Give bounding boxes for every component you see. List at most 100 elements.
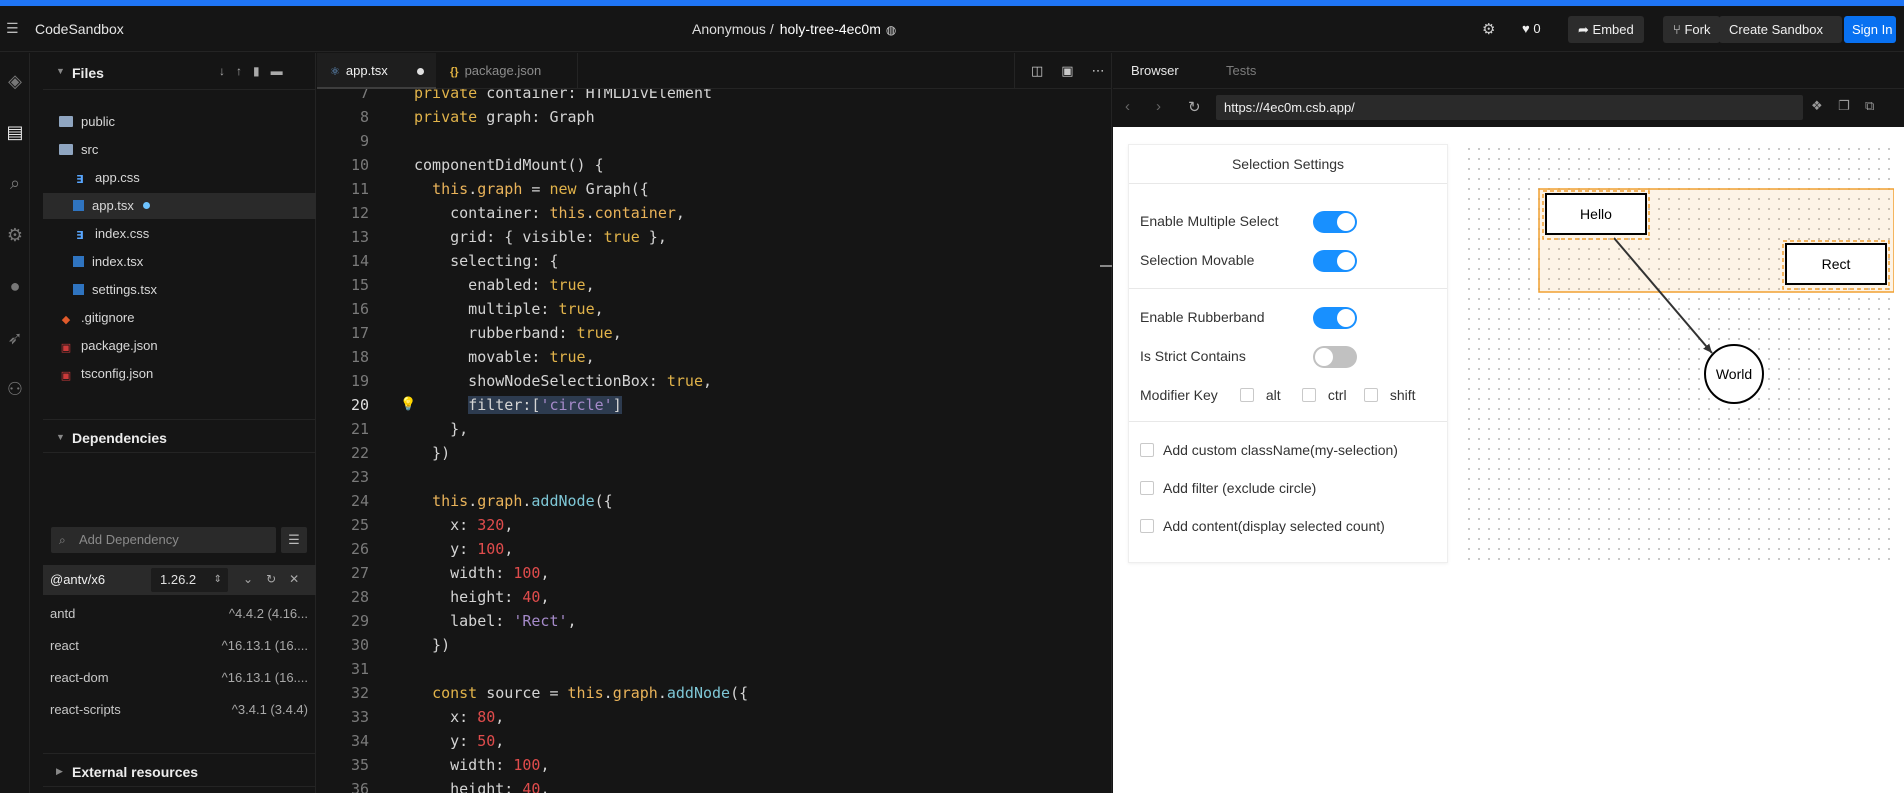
code-line[interactable]: 35 width: 100, bbox=[317, 753, 1112, 777]
code-line[interactable]: 24 this.graph.addNode({ bbox=[317, 489, 1112, 513]
forward-icon[interactable]: › bbox=[1156, 98, 1161, 115]
tab-tests[interactable]: Tests bbox=[1226, 53, 1256, 89]
owner-name[interactable]: Anonymous / bbox=[692, 21, 774, 37]
code-line[interactable]: 10 componentDidMount() { bbox=[317, 153, 1112, 177]
dependency-main[interactable]: @antv/x6 1.26.2 ⇕ ⌄↻✕ bbox=[43, 565, 316, 595]
code-line[interactable]: 18 movable: true, bbox=[317, 345, 1112, 369]
code-line[interactable]: 33 x: 80, bbox=[317, 705, 1112, 729]
new-folder-icon[interactable]: ▬ bbox=[271, 64, 294, 78]
code-line[interactable]: 8 private graph: Graph bbox=[317, 105, 1112, 129]
code-line[interactable]: 34 y: 50, bbox=[317, 729, 1112, 753]
code-line[interactable]: 27 width: 100, bbox=[317, 561, 1112, 585]
version-select[interactable]: 1.26.2 ⇕ bbox=[151, 568, 228, 592]
files-icon[interactable]: ▤ bbox=[4, 121, 26, 143]
cube-icon[interactable]: ◈ bbox=[4, 70, 26, 92]
code-line[interactable]: 30 }) bbox=[317, 633, 1112, 657]
code-line[interactable]: 28 height: 40, bbox=[317, 585, 1112, 609]
code-line[interactable]: 16 multiple: true, bbox=[317, 297, 1112, 321]
content-checkbox[interactable] bbox=[1140, 519, 1154, 533]
code-line[interactable]: 15 enabled: true, bbox=[317, 273, 1112, 297]
tree-item[interactable]: ▣ tsconfig.json bbox=[43, 361, 316, 387]
code-line[interactable]: 21 }, bbox=[317, 417, 1112, 441]
movable-switch[interactable] bbox=[1313, 250, 1357, 272]
strict-contains-switch[interactable] bbox=[1313, 346, 1357, 368]
new-file-icon[interactable]: ▮ bbox=[253, 64, 271, 78]
code-line[interactable]: 14 selecting: { bbox=[317, 249, 1112, 273]
search-icon[interactable]: ⌕ bbox=[4, 172, 26, 194]
new-window-icon[interactable]: ⧉ bbox=[1865, 98, 1874, 114]
modifier-alt[interactable]: alt bbox=[1240, 382, 1281, 408]
filter-checkbox[interactable] bbox=[1140, 481, 1154, 495]
github-icon[interactable]: ● bbox=[4, 275, 26, 297]
code-line[interactable]: 7 private container: HTMLDivElement bbox=[317, 89, 1112, 105]
code-line[interactable]: 19 showNodeSelectionBox: true, bbox=[317, 369, 1112, 393]
preview-window-icon[interactable]: ▣ bbox=[1061, 63, 1091, 78]
dependency-row[interactable]: react-dom ^16.13.1 (16.... bbox=[43, 665, 316, 691]
tree-item-active[interactable]: app.tsx bbox=[43, 193, 316, 219]
collapse-icon[interactable]: ▼ bbox=[56, 66, 65, 76]
fork-button[interactable]: ⑂ Fork bbox=[1663, 16, 1721, 43]
files-title[interactable]: Files bbox=[72, 65, 104, 81]
external-resources-header[interactable]: ▶ External resources bbox=[43, 753, 316, 787]
rubberband-switch[interactable] bbox=[1313, 307, 1357, 329]
code-line[interactable]: 31 bbox=[317, 657, 1112, 681]
code-line[interactable]: 13 grid: { visible: true }, bbox=[317, 225, 1112, 249]
filter-option[interactable]: Add filter (exclude circle) bbox=[1140, 475, 1316, 501]
shift-checkbox[interactable] bbox=[1364, 388, 1378, 402]
tree-item[interactable]: ◆ .gitignore bbox=[43, 305, 316, 331]
code-line[interactable]: 11 this.graph = new Graph({ bbox=[317, 177, 1112, 201]
alt-checkbox[interactable] bbox=[1240, 388, 1254, 402]
multi-select-switch[interactable] bbox=[1313, 211, 1357, 233]
code-line[interactable]: 12 container: this.container, bbox=[317, 201, 1112, 225]
code-line[interactable]: 9 bbox=[317, 129, 1112, 153]
dependencies-header[interactable]: ▼ Dependencies bbox=[43, 419, 316, 453]
download-icon[interactable]: ↓ bbox=[219, 64, 236, 78]
dependency-row[interactable]: react-scripts ^3.4.1 (3.4.4) bbox=[43, 697, 316, 723]
settings-icon[interactable]: ⚙ bbox=[4, 224, 26, 246]
sign-in-button[interactable]: Sign In bbox=[1844, 16, 1896, 43]
code-line[interactable]: 22 }) bbox=[317, 441, 1112, 465]
code-line[interactable]: 💡 20 filter:['circle'] bbox=[317, 393, 1112, 417]
create-sandbox-button[interactable]: Create Sandbox bbox=[1719, 16, 1842, 43]
code-line[interactable]: 36 height: 40, bbox=[317, 777, 1112, 793]
brand-title[interactable]: CodeSandbox bbox=[35, 21, 124, 37]
address-bar[interactable]: https://4ec0m.csb.app/ bbox=[1216, 95, 1803, 120]
refresh-icon[interactable]: ↻ bbox=[266, 572, 289, 586]
tree-item[interactable]: public bbox=[43, 109, 316, 135]
tab-package-json[interactable]: {} package.json bbox=[436, 53, 578, 89]
dependency-row[interactable]: react ^16.13.1 (16.... bbox=[43, 633, 316, 659]
ctrl-checkbox[interactable] bbox=[1302, 388, 1316, 402]
menu-icon[interactable]: ☰ bbox=[6, 20, 20, 36]
classname-checkbox[interactable] bbox=[1140, 443, 1154, 457]
modifier-ctrl[interactable]: ctrl bbox=[1302, 382, 1347, 408]
users-icon[interactable]: ⚇ bbox=[4, 378, 26, 400]
code-line[interactable]: 32 const source = this.graph.addNode({ bbox=[317, 681, 1112, 705]
code-area[interactable]: 7 private container: HTMLDivElement 8 priva… bbox=[317, 89, 1112, 793]
add-dependency-input[interactable]: ⌕ Add Dependency bbox=[51, 527, 276, 553]
chevron-down-icon[interactable]: ⌄ bbox=[243, 572, 266, 586]
close-icon[interactable]: ✕ bbox=[289, 572, 312, 586]
tab-browser[interactable]: Browser bbox=[1131, 53, 1179, 89]
code-line[interactable]: 17 rubberband: true, bbox=[317, 321, 1112, 345]
back-icon[interactable]: ‹ bbox=[1125, 98, 1130, 115]
embed-button[interactable]: ➦ Embed bbox=[1568, 16, 1644, 43]
upload-icon[interactable]: ↑ bbox=[236, 64, 253, 78]
dependency-list-icon[interactable]: ☰ bbox=[281, 527, 307, 553]
sandbox-name[interactable]: holy-tree-4ec0m bbox=[780, 21, 881, 37]
copy-icon[interactable]: ❐ bbox=[1838, 98, 1850, 114]
tree-item[interactable]: ▣ package.json bbox=[43, 333, 316, 359]
modifier-shift[interactable]: shift bbox=[1364, 382, 1416, 408]
tree-item[interactable]: src bbox=[43, 137, 316, 163]
content-option[interactable]: Add content(display selected count) bbox=[1140, 513, 1385, 539]
refresh-icon[interactable]: ↻ bbox=[1188, 98, 1201, 116]
tree-item[interactable]: index.tsx bbox=[43, 249, 316, 275]
tree-item[interactable]: ∃ app.css bbox=[43, 165, 316, 191]
graph-canvas[interactable]: Hello Rect World bbox=[1464, 144, 1895, 563]
code-line[interactable]: 26 y: 100, bbox=[317, 537, 1112, 561]
tree-item[interactable]: settings.tsx bbox=[43, 277, 316, 303]
dependency-row[interactable]: antd ^4.4.2 (4.16... bbox=[43, 601, 316, 627]
tree-item[interactable]: ∃ index.css bbox=[43, 221, 316, 247]
like-button[interactable]: ♥ 0 bbox=[1522, 21, 1541, 36]
tab-app-tsx[interactable]: ⚛ app.tsx bbox=[317, 53, 436, 89]
gear-icon[interactable]: ⚙ bbox=[1482, 20, 1495, 38]
